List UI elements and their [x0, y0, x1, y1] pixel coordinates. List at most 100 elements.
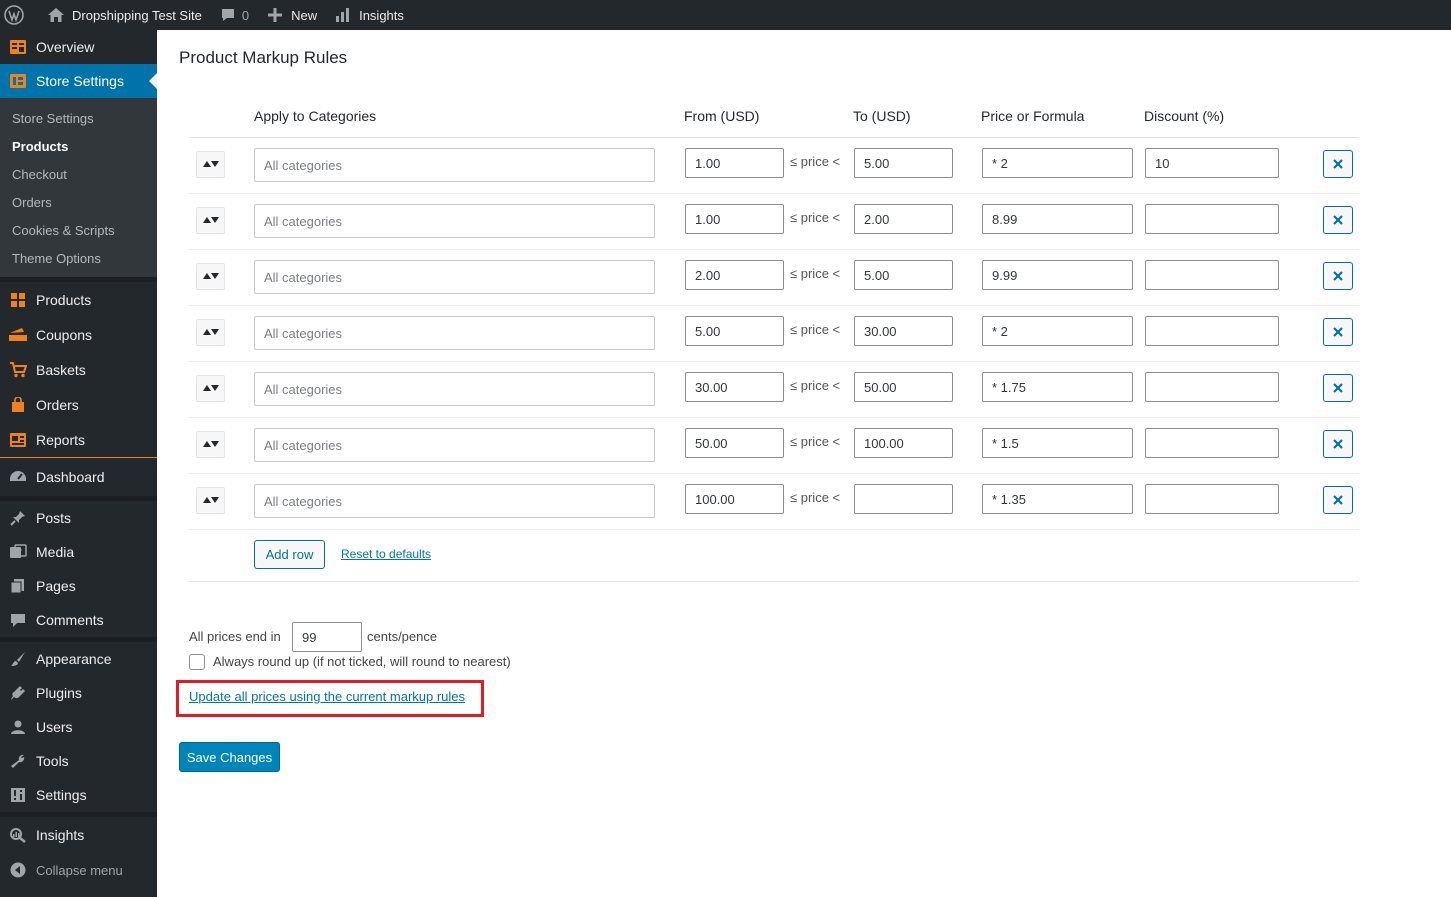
new-label: New: [291, 7, 318, 23]
header-discount: Discount (%): [1144, 108, 1225, 124]
add-row-button[interactable]: Add row: [254, 540, 325, 569]
reset-defaults-link[interactable]: Reset to defaults: [341, 547, 431, 561]
sidebar-label-posts: Posts: [36, 510, 72, 526]
sidebar-item-media[interactable]: Media: [0, 535, 157, 569]
delete-row-button[interactable]: [1323, 262, 1353, 290]
markup-rule-row: ≤ price <: [189, 306, 1359, 362]
discount-input[interactable]: [1145, 204, 1279, 234]
sidebar-item-settings[interactable]: Settings: [0, 778, 157, 812]
sidebar-item-comments[interactable]: Comments: [0, 603, 157, 637]
sidebar-item-products[interactable]: Products: [0, 282, 157, 317]
formula-input[interactable]: [982, 484, 1133, 514]
insights-bar-link[interactable]: Insights: [325, 0, 412, 30]
sidebar-label-store-settings: Store Settings: [36, 73, 124, 89]
sidebar-item-coupons[interactable]: Coupons: [0, 317, 157, 352]
delete-row-button[interactable]: [1323, 486, 1353, 514]
categories-input[interactable]: [254, 428, 655, 462]
to-input[interactable]: [854, 316, 953, 346]
from-input[interactable]: [685, 260, 784, 290]
discount-input[interactable]: [1145, 372, 1279, 402]
wordpress-logo-button[interactable]: [0, 0, 38, 30]
delete-row-button[interactable]: [1323, 430, 1353, 458]
reorder-handle[interactable]: [196, 487, 225, 514]
move-arrows-icon: [202, 269, 219, 284]
to-input[interactable]: [854, 372, 953, 402]
categories-input[interactable]: [254, 316, 655, 350]
discount-input[interactable]: [1145, 148, 1279, 178]
categories-input[interactable]: [254, 484, 655, 518]
wordpress-icon: [4, 5, 24, 25]
user-icon: [8, 717, 28, 737]
discount-input[interactable]: [1145, 428, 1279, 458]
to-input[interactable]: [854, 428, 953, 458]
reorder-handle[interactable]: [196, 319, 225, 346]
categories-input[interactable]: [254, 204, 655, 238]
price-range-label: ≤ price <: [790, 154, 841, 169]
sidebar-item-insights[interactable]: Insights: [0, 817, 157, 853]
collapse-menu-button[interactable]: Collapse menu: [0, 853, 157, 887]
site-name-link[interactable]: Dropshipping Test Site: [38, 0, 210, 30]
submenu-item-theme-options[interactable]: Theme Options: [0, 245, 157, 273]
from-input[interactable]: [685, 204, 784, 234]
sidebar-item-plugins[interactable]: Plugins: [0, 676, 157, 710]
categories-input[interactable]: [254, 148, 655, 182]
sidebar-item-reports[interactable]: Reports: [0, 422, 157, 457]
move-arrows-icon: [202, 157, 219, 172]
from-input[interactable]: [685, 372, 784, 402]
from-input[interactable]: [685, 316, 784, 346]
from-input[interactable]: [685, 484, 784, 514]
round-up-checkbox[interactable]: [189, 654, 205, 670]
price-range-label: ≤ price <: [790, 434, 841, 449]
delete-row-button[interactable]: [1323, 206, 1353, 234]
close-icon: [1333, 493, 1343, 508]
sidebar-item-appearance[interactable]: Appearance: [0, 642, 157, 676]
to-input[interactable]: [854, 204, 953, 234]
to-input[interactable]: [854, 484, 953, 514]
submenu-item-store-settings[interactable]: Store Settings: [0, 105, 157, 133]
formula-input[interactable]: [982, 372, 1133, 402]
categories-input[interactable]: [254, 260, 655, 294]
delete-row-button[interactable]: [1323, 150, 1353, 178]
sidebar-item-users[interactable]: Users: [0, 710, 157, 744]
update-prices-link[interactable]: Update all prices using the current mark…: [189, 689, 465, 704]
sidebar-item-orders[interactable]: Orders: [0, 387, 157, 422]
discount-input[interactable]: [1145, 484, 1279, 514]
discount-input[interactable]: [1145, 316, 1279, 346]
sidebar-label-plugins: Plugins: [36, 685, 82, 701]
from-input[interactable]: [685, 148, 784, 178]
sidebar-item-dashboard[interactable]: Dashboard: [0, 458, 157, 496]
submenu-item-checkout[interactable]: Checkout: [0, 161, 157, 189]
reorder-handle[interactable]: [196, 151, 225, 178]
save-changes-button[interactable]: Save Changes: [179, 742, 280, 772]
submenu-item-products[interactable]: Products: [0, 133, 157, 161]
formula-input[interactable]: [982, 260, 1133, 290]
delete-row-button[interactable]: [1323, 318, 1353, 346]
reorder-handle[interactable]: [196, 263, 225, 290]
reorder-handle[interactable]: [196, 207, 225, 234]
comments-link[interactable]: 0: [210, 0, 257, 30]
formula-input[interactable]: [982, 148, 1133, 178]
reorder-handle[interactable]: [196, 431, 225, 458]
sidebar-label-users: Users: [36, 719, 73, 735]
from-input[interactable]: [685, 428, 784, 458]
submenu-item-cookies-scripts[interactable]: Cookies & Scripts: [0, 217, 157, 245]
discount-input[interactable]: [1145, 260, 1279, 290]
sidebar-item-baskets[interactable]: Baskets: [0, 352, 157, 387]
sidebar-item-posts[interactable]: Posts: [0, 501, 157, 535]
categories-input[interactable]: [254, 372, 655, 406]
submenu-item-orders[interactable]: Orders: [0, 189, 157, 217]
sidebar-item-store-settings[interactable]: Store Settings: [0, 64, 157, 98]
to-input[interactable]: [854, 148, 953, 178]
formula-input[interactable]: [982, 316, 1133, 346]
sidebar-item-pages[interactable]: Pages: [0, 569, 157, 603]
to-input[interactable]: [854, 260, 953, 290]
cents-input[interactable]: [292, 622, 362, 652]
sidebar-item-overview[interactable]: Overview: [0, 30, 157, 64]
sidebar-item-tools[interactable]: Tools: [0, 744, 157, 778]
reorder-handle[interactable]: [196, 375, 225, 402]
formula-input[interactable]: [982, 428, 1133, 458]
close-icon: [1333, 381, 1343, 396]
formula-input[interactable]: [982, 204, 1133, 234]
new-content-button[interactable]: New: [257, 0, 325, 30]
delete-row-button[interactable]: [1323, 374, 1353, 402]
